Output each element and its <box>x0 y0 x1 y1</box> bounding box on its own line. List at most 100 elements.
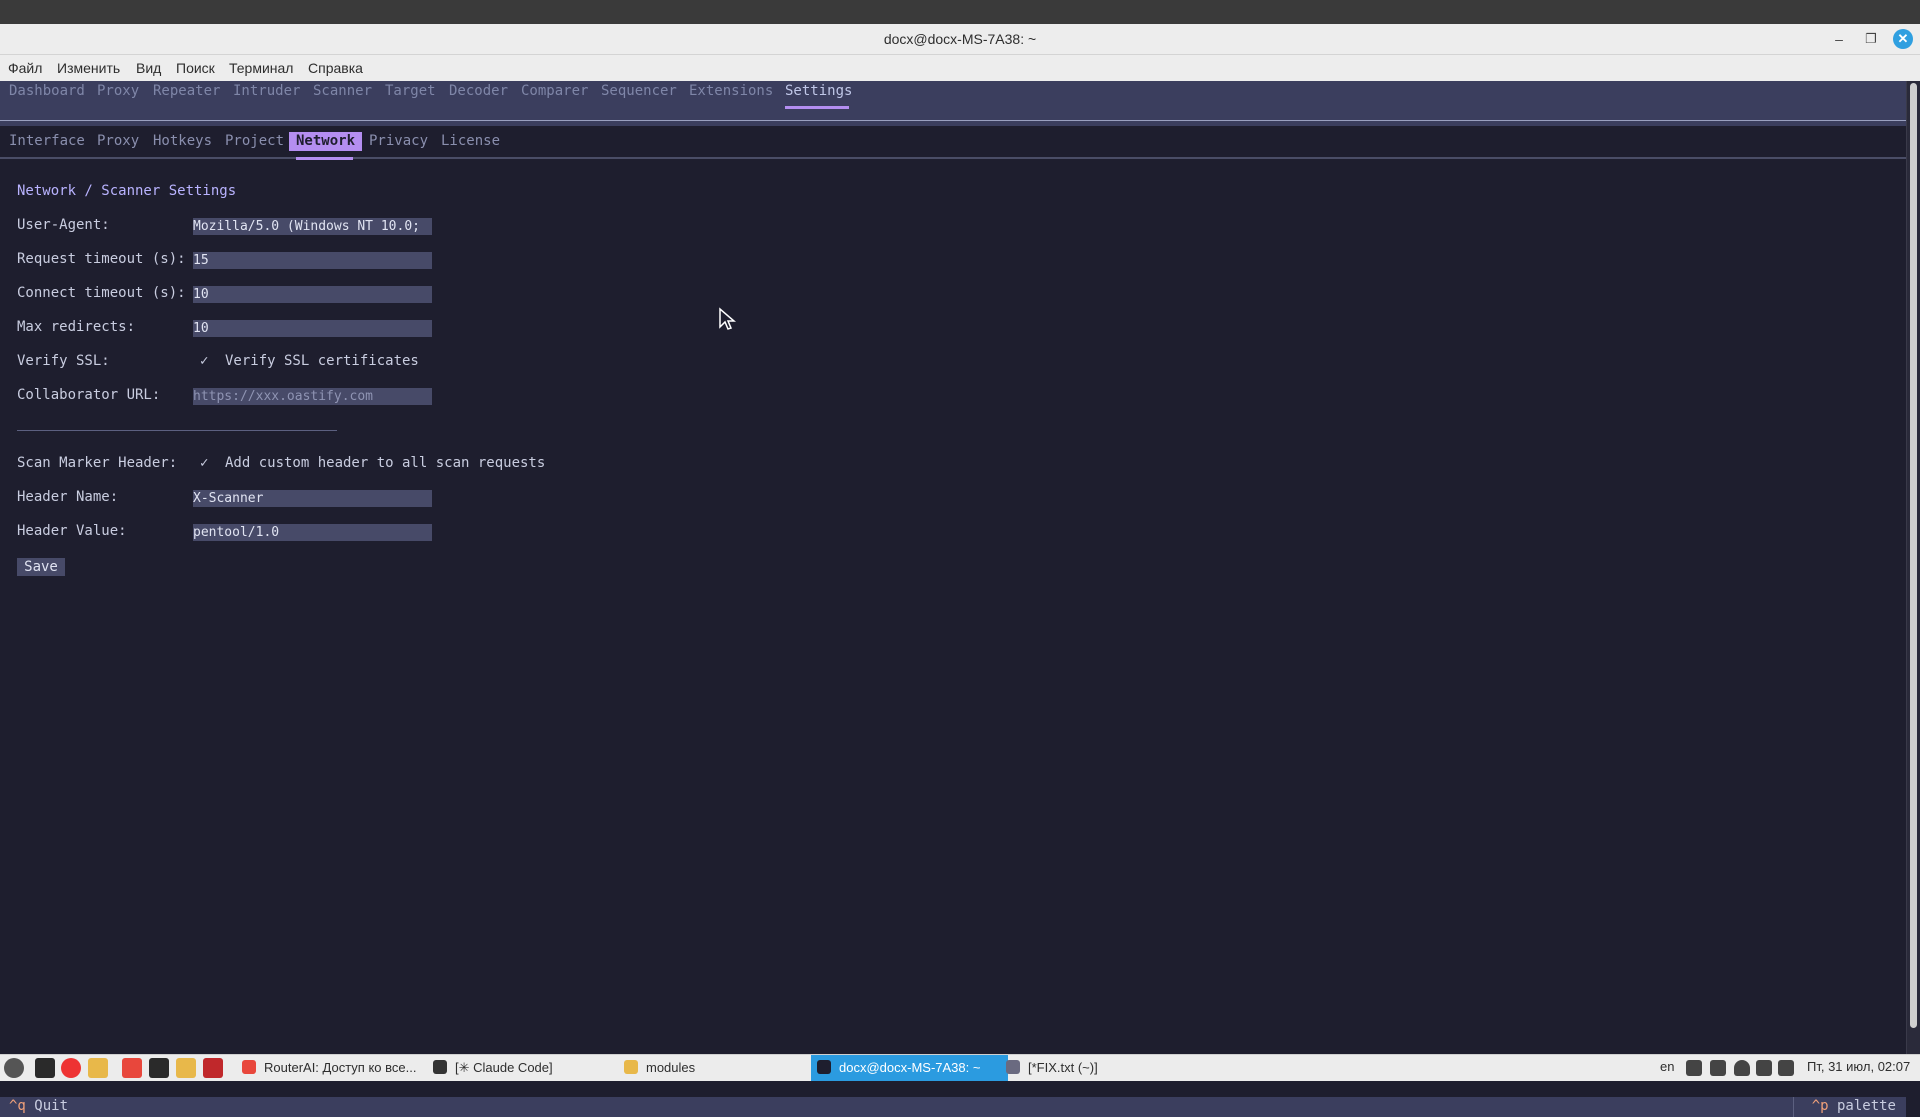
user-agent-input[interactable]: Mozilla/5.0 (Windows NT 10.0; <box>193 218 432 235</box>
notification-bell-icon[interactable] <box>1734 1060 1750 1076</box>
taskbar-item-modules[interactable]: modules <box>624 1055 804 1081</box>
quit-label: Quit <box>34 1098 69 1114</box>
volume-icon[interactable] <box>1756 1060 1772 1076</box>
connect-timeout-value: 10 <box>193 287 209 302</box>
save-button[interactable]: Save <box>17 558 65 576</box>
folder-icon[interactable] <box>176 1058 196 1078</box>
subtabs-separator <box>0 157 1906 159</box>
quit-key: ^q <box>9 1098 26 1114</box>
tab-repeater[interactable]: Repeater <box>153 83 220 99</box>
menubar: Файл Изменить Вид Поиск Терминал Справка <box>0 55 1920 81</box>
mouse-cursor-icon <box>719 307 736 330</box>
subtab-proxy[interactable]: Proxy <box>97 133 139 149</box>
scrollbar-thumb[interactable] <box>1910 83 1917 1028</box>
subtab-network[interactable]: Network <box>289 132 363 151</box>
tab-target[interactable]: Target <box>385 83 436 99</box>
menu-edit[interactable]: Изменить <box>57 60 120 76</box>
taskbar-item-routerai[interactable]: RouterAI: Доступ ко все... <box>242 1055 422 1081</box>
scan-marker-checkbox[interactable]: ✓ <box>200 455 208 471</box>
collaborator-url-label: Collaborator URL: <box>17 387 161 403</box>
tab-dashboard[interactable]: Dashboard <box>9 83 85 99</box>
yandex-browser-icon[interactable] <box>61 1058 81 1078</box>
user-agent-value: Mozilla/5.0 (Windows NT 10.0; <box>193 219 420 234</box>
tab-extensions[interactable]: Extensions <box>689 83 773 99</box>
header-value-input[interactable]: pentool/1.0 <box>193 524 432 541</box>
speaker-icon[interactable] <box>1778 1060 1794 1076</box>
clock[interactable]: Пт, 31 июл, 02:07 <box>1807 1059 1910 1074</box>
header-name-input[interactable]: X-Scanner <box>193 490 432 507</box>
tab-sequencer[interactable]: Sequencer <box>601 83 677 99</box>
clipboard-icon[interactable] <box>1686 1060 1702 1076</box>
palette-hint[interactable]: ^p palette <box>1812 1098 1896 1114</box>
tab-settings[interactable]: Settings <box>785 83 852 99</box>
collaborator-url-input[interactable]: https://xxx.oastify.com <box>193 388 432 405</box>
settings-title: Network / Scanner Settings <box>17 183 237 199</box>
terminal-icon <box>433 1060 447 1074</box>
subtab-interface[interactable]: Interface <box>9 133 85 149</box>
max-redirects-input[interactable]: 10 <box>193 320 432 337</box>
max-redirects-value: 10 <box>193 321 209 336</box>
browser-icon <box>242 1060 256 1074</box>
tab-decoder[interactable]: Decoder <box>449 83 508 99</box>
menu-terminal[interactable]: Терминал <box>229 60 293 76</box>
request-timeout-input[interactable]: 15 <box>193 252 432 269</box>
subtab-project[interactable]: Project <box>225 133 284 149</box>
menu-help[interactable]: Справка <box>308 60 363 76</box>
menu-search[interactable]: Поиск <box>176 60 215 76</box>
palette-key: ^p <box>1811 1098 1829 1114</box>
terminal-icon <box>817 1060 831 1074</box>
folder-icon <box>624 1060 638 1074</box>
header-value-label: Header Value: <box>17 523 127 539</box>
window-title: docx@docx-MS-7A38: ~ <box>883 31 1037 47</box>
window-titlebar[interactable]: docx@docx-MS-7A38: ~ – ❐ ✕ <box>0 24 1920 55</box>
connect-timeout-input[interactable]: 10 <box>193 286 432 303</box>
terminal-icon[interactable] <box>149 1058 169 1078</box>
scan-marker-label: Scan Marker Header: <box>17 455 178 471</box>
taskbar-item-label: docx@docx-MS-7A38: ~ <box>839 1060 981 1075</box>
active-tab-indicator <box>785 106 849 109</box>
main-tabs: Dashboard Proxy Repeater Intruder Scanne… <box>0 81 1906 126</box>
taskbar-item-label: RouterAI: Доступ ко все... <box>264 1060 417 1075</box>
max-redirects-label: Max redirects: <box>17 319 136 335</box>
top-panel <box>0 0 1920 24</box>
palette-label: palette <box>1836 1098 1896 1114</box>
terminal-area[interactable]: Dashboard Proxy Repeater Intruder Scanne… <box>0 81 1920 1117</box>
keyboard-layout[interactable]: en <box>1660 1059 1674 1074</box>
connect-timeout-label: Connect timeout (s): <box>17 285 186 301</box>
user-agent-label: User-Agent: <box>17 217 110 233</box>
taskbar-item-label: [✳ Claude Code] <box>455 1060 553 1075</box>
maximize-button[interactable]: ❐ <box>1861 29 1881 49</box>
terminal-scrollbar[interactable] <box>1906 81 1920 1054</box>
tabs-separator <box>0 120 1906 121</box>
minimize-button[interactable]: – <box>1829 29 1849 49</box>
shield-icon[interactable] <box>1710 1060 1726 1076</box>
taskbar-item-fix-txt[interactable]: [*FIX.txt (~)] <box>1006 1055 1186 1081</box>
tab-scanner[interactable]: Scanner <box>313 83 372 99</box>
vivaldi-icon[interactable] <box>122 1058 142 1078</box>
subtab-license[interactable]: License <box>441 133 500 149</box>
tab-intruder[interactable]: Intruder <box>233 83 300 99</box>
terminal-launcher-icon[interactable] <box>35 1058 55 1078</box>
tab-comparer[interactable]: Comparer <box>521 83 588 99</box>
subtab-hotkeys[interactable]: Hotkeys <box>153 133 212 149</box>
settings-subtabs: Interface Proxy Hotkeys Project Network … <box>0 131 1906 156</box>
text-editor-icon <box>1006 1060 1020 1074</box>
menu-file[interactable]: Файл <box>8 60 42 76</box>
active-subtab-indicator <box>296 157 353 160</box>
taskbar-item-claude-code[interactable]: [✳ Claude Code] <box>433 1055 613 1081</box>
taskbar-item-terminal-active[interactable]: docx@docx-MS-7A38: ~ <box>811 1055 1008 1081</box>
quit-hint[interactable]: ^q Quit <box>9 1098 68 1114</box>
tab-proxy[interactable]: Proxy <box>97 83 139 99</box>
menu-view[interactable]: Вид <box>136 60 161 76</box>
subtab-privacy[interactable]: Privacy <box>369 133 428 149</box>
scan-marker-text[interactable]: Add custom header to all scan requests <box>225 455 545 471</box>
start-menu-icon[interactable] <box>4 1058 24 1078</box>
header-value-value: pentool/1.0 <box>193 525 280 540</box>
verify-ssl-label: Verify SSL: <box>17 353 110 369</box>
files-launcher-icon[interactable] <box>88 1058 108 1078</box>
close-button[interactable]: ✕ <box>1893 29 1913 49</box>
app-launcher-icon[interactable] <box>203 1058 223 1078</box>
status-bar: ^q Quit ^p palette <box>0 1097 1906 1117</box>
verify-ssl-checkbox[interactable]: ✓ <box>200 353 208 369</box>
verify-ssl-text[interactable]: Verify SSL certificates <box>225 353 419 369</box>
